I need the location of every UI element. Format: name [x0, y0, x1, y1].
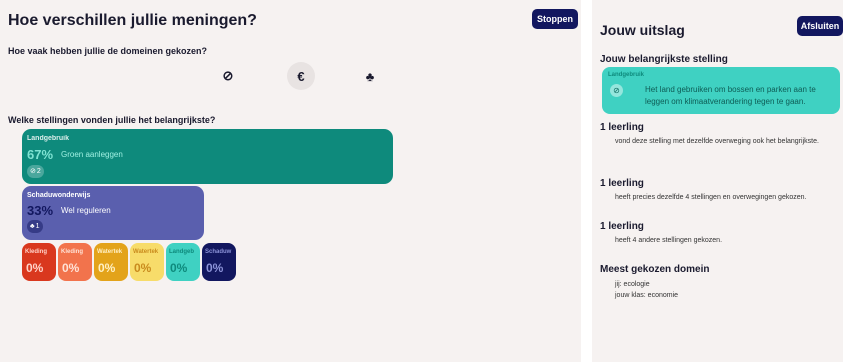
card-tag: Schaduwonderwijs [27, 192, 91, 199]
page-title: Hoe verschillen jullie meningen? [8, 12, 257, 29]
statements-question: Welke stellingen vonden jullie het belan… [8, 115, 216, 125]
vote-badge: ⊘ 2 [27, 165, 44, 178]
euro-icon[interactable]: € [287, 62, 315, 90]
card-tag: Watertek [97, 249, 123, 255]
statement-text: Het land gebruiken om bossen en parken a… [645, 85, 816, 106]
personal-result-panel: Jouw uitslag Afsluiten Jouw belangrijkst… [592, 0, 843, 362]
statement-card-landgebruik[interactable]: Landgebruik 67% Groen aanleggen ⊘ 2 [22, 129, 393, 184]
result-text: heeft precies dezelfde 4 stellingen en o… [615, 194, 807, 201]
statement-card-small[interactable]: Kleding 0% [22, 243, 56, 281]
ecology-icon: ⊘ [610, 84, 623, 97]
card-tag: Schaduw [205, 249, 232, 255]
card-tag: Landgeb [169, 249, 194, 255]
domain-class: jouw klas: economie [615, 292, 679, 299]
card-tag: Landgebruik [27, 135, 70, 142]
result-title: Jouw uitslag [600, 22, 685, 38]
statement-card-small[interactable]: Kleding 0% [58, 243, 92, 281]
domain-heading: Meest gekozen domein [600, 264, 710, 275]
ecology-icon: ⊘ [30, 168, 36, 175]
card-percentage: 0% [62, 261, 80, 275]
statement-card-schaduwonderwijs[interactable]: Schaduwonderwijs 33% Wel reguleren ♣ 1 [22, 186, 204, 240]
card-percentage: 0% [134, 261, 152, 275]
card-percentage: 67% [27, 147, 54, 162]
people-icon[interactable]: ♣ [356, 62, 384, 90]
card-text: Wel reguleren [61, 206, 111, 215]
close-button[interactable]: Afsluiten [797, 16, 843, 36]
top-statement-heading: Jouw belangrijkste stelling [600, 54, 728, 65]
top-statement-card: Landgebruik ⊘ Het land gebruiken om boss… [602, 67, 840, 114]
card-percentage: 0% [98, 261, 116, 275]
ecology-icon[interactable]: ⊘ [214, 62, 242, 90]
card-percentage: 33% [27, 203, 54, 218]
card-tag: Kleding [25, 249, 47, 255]
card-percentage: 0% [170, 261, 188, 275]
card-tag: Kleding [61, 249, 83, 255]
statement-card-small[interactable]: Schaduw 0% [202, 243, 236, 281]
people-icon: ♣ [30, 223, 35, 230]
statement-card-small[interactable]: Watertek 0% [94, 243, 128, 281]
domain-you: jij: ecologie [615, 281, 650, 288]
statement-card-small[interactable]: Watertek 0% [130, 243, 164, 281]
result-count: 1 leerling [600, 178, 644, 189]
card-tag: Watertek [133, 249, 159, 255]
stop-button[interactable]: Stoppen [532, 9, 578, 29]
statement-card-small[interactable]: Landgeb 0% [166, 243, 200, 281]
result-text: heeft 4 andere stellingen gekozen. [615, 237, 723, 244]
card-tag: Landgebruik [608, 72, 645, 78]
group-results-panel: Hoe verschillen jullie meningen? Stoppen… [0, 0, 581, 362]
card-percentage: 0% [26, 261, 44, 275]
vote-badge: ♣ 1 [27, 220, 43, 233]
domain-question: Hoe vaak hebben jullie de domeinen gekoz… [8, 46, 208, 56]
card-percentage: 0% [206, 261, 224, 275]
result-count: 1 leerling [600, 122, 644, 133]
result-count: 1 leerling [600, 221, 644, 232]
result-text: vond deze stelling met dezelfde overwegi… [615, 138, 819, 145]
card-text: Groen aanleggen [61, 150, 123, 159]
